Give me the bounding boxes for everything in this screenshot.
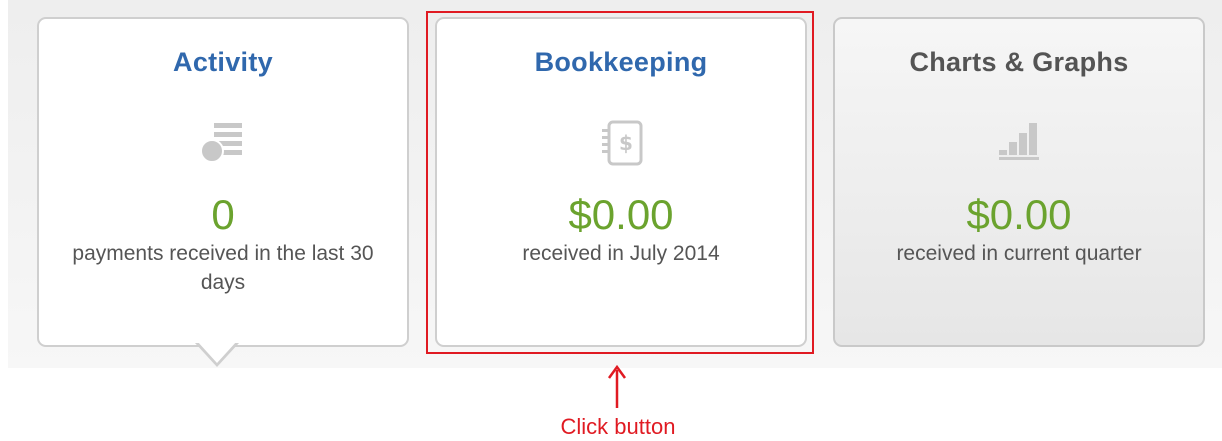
svg-text:$: $ (619, 131, 633, 155)
activity-list-icon (200, 123, 242, 163)
charts-graphs-card-value: $0.00 (966, 191, 1072, 238)
charts-graphs-card[interactable]: Charts & Graphs $0.00 received in curren… (833, 17, 1205, 347)
ledger-dollar-icon: $ (602, 120, 643, 166)
bookkeeping-card-caption: received in July 2014 (522, 242, 720, 265)
charts-graphs-card-caption: received in current quarter (896, 242, 1142, 265)
bookkeeping-card-title: Bookkeeping (534, 47, 708, 77)
bookkeeping-card[interactable]: Bookkeeping $ $0.00 received in July 201… (435, 17, 807, 347)
activity-card-value: 0 (211, 191, 235, 238)
dashboard-stage: Activity 0 payments received in the last… (0, 0, 1222, 441)
activity-card[interactable]: Activity 0 payments received in the last… (37, 17, 409, 347)
bookkeeping-card-value: $0.00 (568, 191, 674, 238)
up-arrow-icon (607, 364, 627, 408)
activity-card-caption: payments received in the last 30 days (72, 242, 374, 294)
annotation-label: Click button (560, 414, 676, 439)
bar-chart-icon (999, 123, 1039, 160)
charts-graphs-card-title: Charts & Graphs (909, 47, 1129, 77)
activity-card-title: Activity (173, 47, 273, 77)
selected-card-pointer-fill (197, 341, 237, 363)
